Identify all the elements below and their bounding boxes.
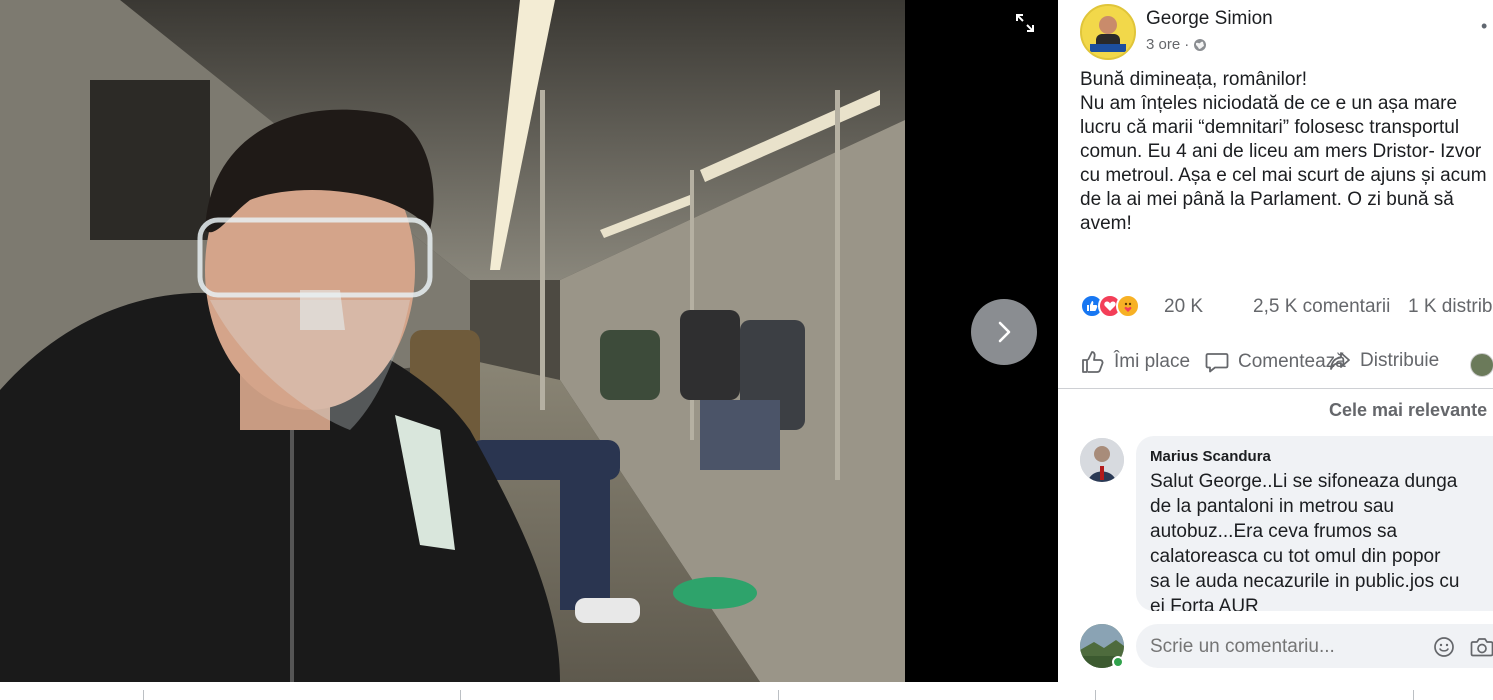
stage: George Simion 3 ore · • Bună dimineața, … [0, 0, 1493, 700]
next-photo-button[interactable] [971, 299, 1037, 365]
share-button[interactable]: Distribuie [1328, 349, 1439, 373]
comment-composer: GIF [1080, 622, 1493, 670]
expand-button[interactable] [1008, 8, 1042, 38]
shares-count[interactable]: 1 K distribuiri [1408, 296, 1493, 318]
online-status-dot [1112, 656, 1124, 668]
share-label: Distribuie [1360, 350, 1440, 371]
post-photo [0, 0, 905, 682]
comment-author[interactable]: Marius Scandura [1150, 448, 1493, 465]
reactions-row: 20 K 2,5 K comentarii 1 K distribuiri [1080, 290, 1493, 324]
expand-icon [1016, 14, 1034, 32]
more-dots-icon[interactable]: • [1481, 16, 1493, 37]
comment-button[interactable]: Comentează [1204, 349, 1346, 375]
post-header: George Simion 3 ore · • [1080, 4, 1493, 60]
author-avatar[interactable] [1080, 4, 1136, 60]
reaction-icons[interactable] [1080, 294, 1140, 318]
reaction-count[interactable]: 20 K [1164, 296, 1203, 318]
strip-divider [460, 690, 461, 700]
camera-icon[interactable] [1470, 635, 1493, 659]
action-divider [1058, 388, 1493, 389]
comment-icon [1205, 353, 1229, 373]
post-text: Bună dimineața, românilor! Nu am înțeles… [1080, 69, 1487, 234]
photo-viewer [0, 0, 1058, 682]
strip-divider [778, 690, 779, 700]
comment-input[interactable] [1150, 636, 1350, 658]
bottom-strip [0, 682, 1493, 700]
emoji-icon[interactable] [1432, 635, 1456, 659]
strip-divider [143, 690, 144, 700]
post-panel: George Simion 3 ore · • Bună dimineața, … [1058, 0, 1493, 682]
comment-field[interactable]: GIF [1136, 624, 1493, 668]
share-audience-avatar[interactable] [1470, 353, 1493, 377]
comment-text: Salut George..Li se sifoneaza dunga de l… [1150, 471, 1460, 611]
globe-icon [1194, 38, 1207, 51]
comments-count[interactable]: 2,5 K comentarii [1253, 296, 1390, 318]
chevron-right-icon [998, 321, 1011, 343]
care-icon [1116, 294, 1140, 318]
commenter-avatar[interactable] [1080, 438, 1124, 482]
action-bar: Îmi place Comentează Distribuie [1080, 349, 1493, 381]
like-button[interactable]: Îmi place [1080, 349, 1190, 375]
comment-sort-dropdown[interactable]: Cele mai relevante [1329, 400, 1487, 421]
thumbs-up-icon [1082, 351, 1104, 373]
post-time[interactable]: 3 ore [1146, 36, 1180, 53]
comment-item: Marius Scandura Salut George..Li se sifo… [1080, 436, 1493, 611]
comment-bubble: Marius Scandura Salut George..Li se sifo… [1136, 436, 1493, 611]
meta-separator: · [1184, 36, 1190, 53]
like-label: Îmi place [1114, 351, 1191, 372]
strip-divider [1095, 690, 1096, 700]
strip-divider [1413, 690, 1414, 700]
share-icon [1330, 352, 1350, 370]
author-name[interactable]: George Simion [1146, 8, 1273, 30]
post-meta: 3 ore · [1146, 36, 1207, 53]
